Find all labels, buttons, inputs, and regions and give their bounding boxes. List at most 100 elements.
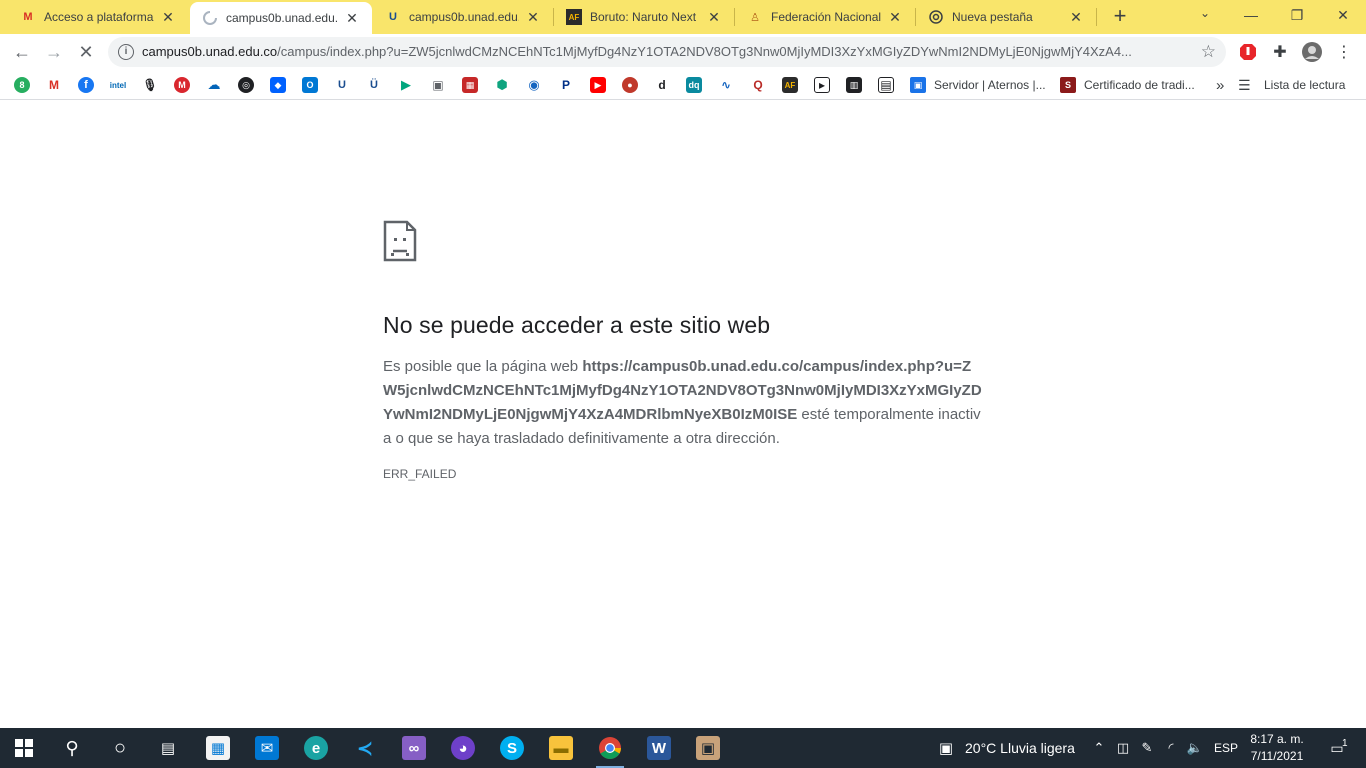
close-tab-icon[interactable]: ✕ xyxy=(706,9,722,25)
volume-icon[interactable]: 🔈 xyxy=(1186,739,1204,757)
close-tab-icon[interactable]: ✕ xyxy=(1068,9,1084,25)
outlook-icon[interactable]: O xyxy=(302,77,318,93)
forward-button[interactable]: → xyxy=(42,40,66,64)
dq-icon[interactable]: dq xyxy=(686,77,702,93)
restore-button[interactable]: ❐ xyxy=(1274,0,1320,30)
bookmark-certificado[interactable]: S Certificado de tradi... xyxy=(1060,77,1195,93)
language-indicator[interactable]: ESP xyxy=(1214,728,1238,768)
search-button[interactable]: ⚲ xyxy=(48,728,96,768)
gmail-icon: M xyxy=(23,11,33,23)
bookmark-star-icon[interactable]: ☆ xyxy=(1201,42,1216,62)
extensions-puzzle-icon[interactable]: ✚ xyxy=(1270,42,1290,62)
unad-alt-icon[interactable]: Ü xyxy=(366,77,382,93)
taskbar-store[interactable]: ▦ xyxy=(194,728,242,768)
address-bar[interactable]: i campus0b.unad.edu.co/campus/index.php?… xyxy=(108,37,1226,67)
task-view-button[interactable]: ▤ xyxy=(144,728,192,768)
chevron-up-icon[interactable]: ⌃ xyxy=(1090,739,1108,757)
globe-icon[interactable]: ◎ xyxy=(238,77,254,93)
gmail-icon[interactable]: M xyxy=(46,77,62,93)
profile-avatar[interactable] xyxy=(1302,42,1322,62)
adblock-extension-icon[interactable] xyxy=(1238,42,1258,62)
film-icon[interactable]: ▥ xyxy=(846,77,862,93)
tomato-icon[interactable]: ● xyxy=(622,77,638,93)
close-tab-icon[interactable]: ✕ xyxy=(887,9,903,25)
snr-icon: S xyxy=(1060,77,1076,93)
url-text[interactable]: campus0b.unad.edu.co/campus/index.php?u=… xyxy=(142,44,1192,59)
video-icon[interactable]: ▸ xyxy=(814,77,830,93)
skype-icon: S xyxy=(500,736,524,760)
microphone-icon[interactable]: 🎙 xyxy=(142,77,158,93)
mega-icon[interactable]: M xyxy=(174,77,190,93)
youtube-icon[interactable]: ▶ xyxy=(590,77,606,93)
taskbar-edge[interactable]: e xyxy=(292,728,340,768)
error-title: No se puede acceder a este sitio web xyxy=(383,312,771,338)
vpn-icon[interactable]: ◉ xyxy=(526,77,542,93)
tab-title: Boruto: Naruto Next G xyxy=(590,10,700,24)
chrome-menu-icon[interactable]: ⋮ xyxy=(1334,42,1354,62)
play-icon[interactable]: ▶ xyxy=(398,77,414,93)
film-strip-icon[interactable]: ▤ xyxy=(878,77,894,93)
taskbar-mail[interactable]: ✉ xyxy=(243,728,291,768)
taskbar-word[interactable]: W xyxy=(635,728,683,768)
tray-device-icon[interactable]: ◫ xyxy=(1114,739,1132,757)
taskbar-app[interactable]: ▣ xyxy=(684,728,732,768)
weather-icon[interactable]: ▣ xyxy=(934,739,958,757)
clock[interactable]: 8:17 a. m. 7/11/2021 xyxy=(1244,731,1310,765)
calendar-icon[interactable]: ▦ xyxy=(462,77,478,93)
back-button[interactable]: ← xyxy=(10,40,34,64)
cortana-button[interactable]: ○ xyxy=(96,728,144,768)
wifi-icon[interactable]: ◜ xyxy=(1162,739,1180,757)
taskbar-chrome[interactable] xyxy=(586,728,634,768)
taskbar-skype[interactable]: S xyxy=(488,728,536,768)
image-icon[interactable]: ▣ xyxy=(430,77,446,93)
8-icon[interactable]: 8 xyxy=(14,77,30,93)
aternos-icon: ▣ xyxy=(910,77,926,93)
waveform-icon[interactable]: ∿ xyxy=(718,77,734,93)
tab-boruto[interactable]: AF Boruto: Naruto Next G ✕ xyxy=(554,0,734,34)
bookmark-label: Certificado de tradi... xyxy=(1084,78,1195,92)
dailymotion-icon[interactable]: d xyxy=(654,77,670,93)
facebook-icon[interactable]: f xyxy=(78,77,94,93)
animeflv-icon[interactable]: AF xyxy=(782,77,798,93)
tab-acceso[interactable]: M Acceso a plataforma in ✕ xyxy=(8,0,188,34)
tab-title: campus0b.unad.edu.co xyxy=(226,11,338,25)
tab-federacion[interactable]: ♙ Federación Nacional d ✕ xyxy=(735,0,915,34)
site-info-icon[interactable]: i xyxy=(118,44,134,60)
tray-ime-icon[interactable]: ✎ xyxy=(1138,739,1156,757)
paypal-icon[interactable]: P xyxy=(558,77,574,93)
bookmarks-overflow-button[interactable]: » xyxy=(1216,77,1224,94)
tab-search-icon[interactable]: ⌄ xyxy=(1196,6,1214,24)
weather-text[interactable]: 20°C Lluvia ligera xyxy=(965,728,1075,768)
chrome-icon xyxy=(928,9,944,25)
taskbar-vscode[interactable]: ≺ xyxy=(341,728,389,768)
minimize-button[interactable]: — xyxy=(1228,0,1274,30)
quora-icon[interactable]: Q xyxy=(750,77,766,93)
task-view-icon: ▤ xyxy=(160,740,176,757)
new-tab-button[interactable]: + xyxy=(1108,5,1132,29)
taskbar-visual-studio[interactable]: ∞ xyxy=(390,728,438,768)
taskbar-file-explorer[interactable]: ▬ xyxy=(537,728,585,768)
close-tab-icon[interactable]: ✕ xyxy=(160,9,176,25)
reading-list-button[interactable]: ☰ Lista de lectura xyxy=(1238,77,1345,93)
shield-icon[interactable]: ⬢ xyxy=(494,77,510,93)
close-tab-icon[interactable]: ✕ xyxy=(344,10,360,26)
bookmark-servidor[interactable]: ▣ Servidor | Aternos |... xyxy=(910,77,1046,93)
tab-campus-active[interactable]: campus0b.unad.edu.co ✕ xyxy=(190,2,372,34)
onedrive-icon[interactable]: ☁ xyxy=(206,77,222,93)
taskbar-github[interactable]: ◕ xyxy=(439,728,487,768)
close-window-button[interactable]: ✕ xyxy=(1320,0,1366,30)
dropbox-icon[interactable]: ◆ xyxy=(270,77,286,93)
app-icon: ▣ xyxy=(696,736,720,760)
error-code: ERR_FAILED xyxy=(383,467,457,481)
unad-icon: U xyxy=(389,11,397,23)
tab-campus-2[interactable]: U campus0b.unad.edu.co ✕ xyxy=(373,0,553,34)
close-tab-icon[interactable]: ✕ xyxy=(525,9,541,25)
reading-list-label: Lista de lectura xyxy=(1264,78,1346,92)
stop-loading-button[interactable]: ✕ xyxy=(74,40,98,64)
intel-icon[interactable]: intel xyxy=(110,77,126,93)
tab-title: Federación Nacional d xyxy=(771,10,881,24)
unad-icon[interactable]: U xyxy=(334,77,350,93)
tab-nueva[interactable]: Nueva pestaña ✕ xyxy=(916,0,1096,34)
start-button[interactable] xyxy=(0,728,48,768)
search-icon: ⚲ xyxy=(65,737,79,758)
